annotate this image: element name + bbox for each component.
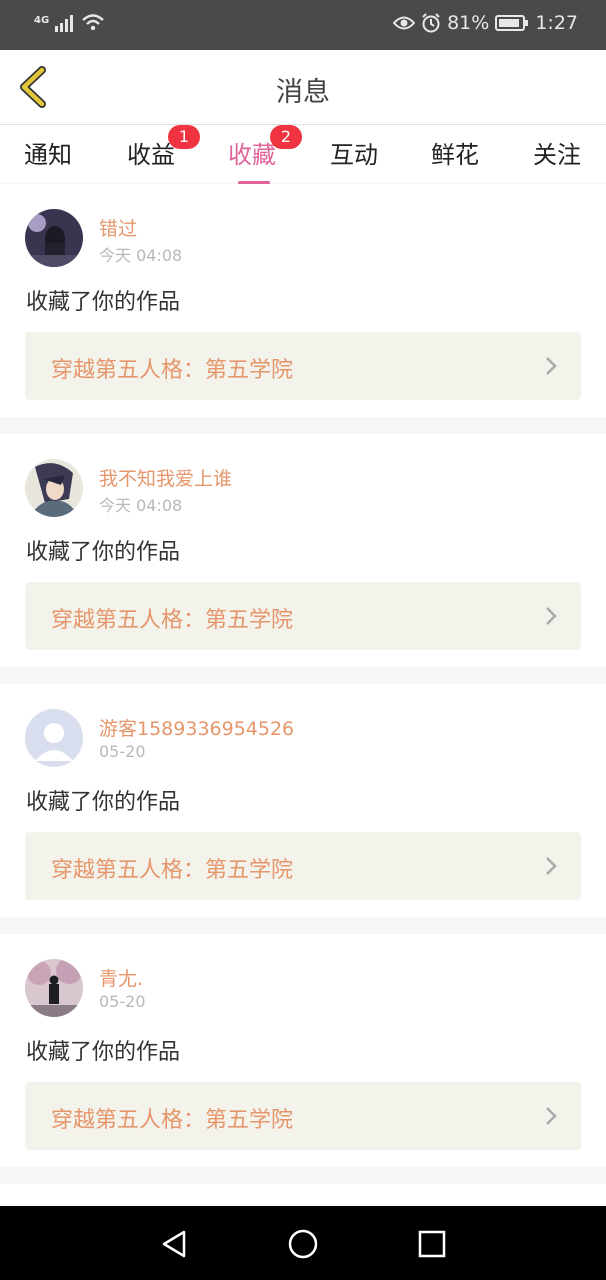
work-title: 穿越第五人格：第五学院 <box>51 1108 294 1133</box>
battery-icon <box>495 15 529 31</box>
tab-label: 收藏 <box>228 141 276 169</box>
username[interactable]: 青尢. <box>99 964 143 991</box>
work-title: 穿越第五人格：第五学院 <box>51 858 294 883</box>
default-user-icon <box>25 709 83 767</box>
eye-icon <box>393 16 416 30</box>
chevron-right-icon <box>546 1107 557 1125</box>
message-item <box>0 1184 606 1206</box>
action-text: 收藏了你的作品 <box>26 540 181 565</box>
avatar[interactable] <box>25 959 83 1017</box>
tab-notice[interactable]: 通知 <box>8 135 88 170</box>
nav-recents-icon <box>418 1230 446 1258</box>
work-link[interactable]: 穿越第五人格：第五学院 <box>25 332 581 400</box>
nav-home-button[interactable] <box>285 1226 321 1262</box>
tab-label: 收益 <box>127 141 175 169</box>
chevron-right-icon <box>546 357 557 375</box>
tab-label: 互动 <box>330 141 378 169</box>
nav-back-button[interactable] <box>156 1226 192 1262</box>
message-item: 错过 今天 04:08 收藏了你的作品 穿越第五人格：第五学院 <box>0 184 606 417</box>
app-header: 消息 <box>0 50 606 125</box>
timestamp: 今天 04:08 <box>99 246 183 265</box>
work-title: 穿越第五人格：第五学院 <box>51 358 294 383</box>
tab-label: 关注 <box>533 141 581 169</box>
tab-earnings[interactable]: 收益 1 <box>111 125 200 170</box>
username[interactable]: 错过 <box>99 214 137 241</box>
unread-badge: 2 <box>270 125 302 149</box>
tab-follow[interactable]: 关注 <box>517 135 597 170</box>
tab-label: 通知 <box>24 141 72 169</box>
status-bar: 4G 81% 1:27 <box>0 0 606 50</box>
timestamp: 今天 04:08 <box>99 496 183 515</box>
wifi-icon <box>82 14 104 31</box>
username[interactable]: 我不知我爱上谁 <box>99 464 232 491</box>
nav-home-icon <box>288 1229 318 1259</box>
avatar[interactable] <box>25 709 83 767</box>
nav-recents-button[interactable] <box>414 1226 450 1262</box>
action-text: 收藏了你的作品 <box>26 290 181 315</box>
clock: 1:27 <box>535 12 578 34</box>
action-text: 收藏了你的作品 <box>26 1040 181 1065</box>
tab-label: 鲜花 <box>431 141 479 169</box>
signal-icon <box>55 15 74 32</box>
work-link[interactable]: 穿越第五人格：第五学院 <box>25 582 581 650</box>
message-item: 我不知我爱上谁 今天 04:08 收藏了你的作品 穿越第五人格：第五学院 <box>0 434 606 667</box>
username[interactable]: 游客1589336954526 <box>99 714 294 741</box>
message-item: 游客1589336954526 05-20 收藏了你的作品 穿越第五人格：第五学… <box>0 684 606 917</box>
work-link[interactable]: 穿越第五人格：第五学院 <box>25 1082 581 1150</box>
work-link[interactable]: 穿越第五人格：第五学院 <box>25 832 581 900</box>
message-item: 青尢. 05-20 收藏了你的作品 穿越第五人格：第五学院 <box>0 934 606 1167</box>
chevron-right-icon <box>546 857 557 875</box>
timestamp: 05-20 <box>99 742 146 761</box>
action-text: 收藏了你的作品 <box>26 790 181 815</box>
unread-badge: 1 <box>168 125 200 149</box>
chevron-right-icon <box>546 607 557 625</box>
timestamp: 05-20 <box>99 992 146 1011</box>
system-nav-bar <box>0 1206 606 1280</box>
tab-favorites[interactable]: 收藏 2 <box>212 125 302 185</box>
work-title: 穿越第五人格：第五学院 <box>51 608 294 633</box>
network-type: 4G <box>34 15 50 26</box>
battery-percent: 81% <box>447 12 490 34</box>
alarm-icon <box>422 13 440 33</box>
avatar[interactable] <box>25 459 83 517</box>
tab-bar: 通知 收益 1 收藏 2 互动 鲜花 关注 <box>0 125 606 185</box>
tab-flowers[interactable]: 鲜花 <box>415 135 495 170</box>
tab-interaction[interactable]: 互动 <box>314 135 394 170</box>
nav-back-icon <box>162 1230 186 1258</box>
avatar[interactable] <box>25 209 83 267</box>
page-title: 消息 <box>276 77 330 108</box>
